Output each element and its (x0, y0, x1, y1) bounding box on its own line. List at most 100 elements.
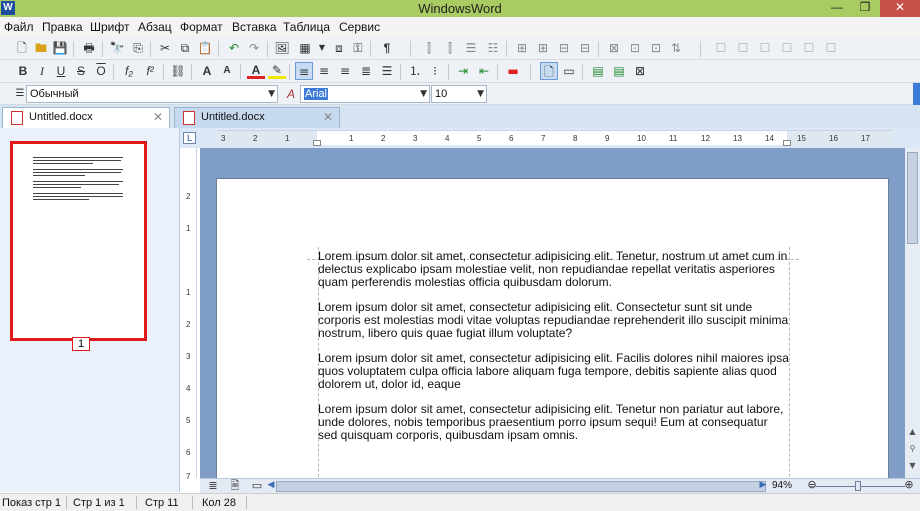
zoom-out-icon[interactable]: ⊖ (803, 476, 821, 494)
delete-column-icon[interactable]: ⊟ (576, 39, 594, 57)
increase-indent-icon[interactable]: ⇥ (454, 62, 472, 80)
font-color-button[interactable]: A (247, 61, 265, 79)
menu-paragraph[interactable]: Абзац (138, 20, 172, 34)
paragraph[interactable]: Lorem ipsum dolor sit amet, consectetur … (318, 301, 789, 340)
bold-button[interactable]: B (14, 62, 32, 80)
insert-object-icon[interactable]: ⧈ (330, 39, 348, 57)
find-icon[interactable]: 🔭 (108, 39, 126, 57)
scroll-up-icon[interactable]: ▲ (905, 427, 920, 441)
zoom-slider-handle[interactable] (855, 481, 861, 491)
app-icon[interactable]: W (1, 1, 15, 15)
zoom-in-icon[interactable]: ⊕ (900, 476, 918, 494)
paragraph-shading-icon[interactable]: ▬ (504, 62, 522, 80)
open-folder-icon[interactable]: 🖿 (32, 39, 50, 57)
table-align-left-icon[interactable]: ⫿ (420, 39, 438, 57)
paste-icon[interactable]: 📋 (196, 39, 214, 57)
vertical-scrollbar[interactable]: ▲ ⚲ ▼ (905, 148, 920, 478)
cut-icon[interactable]: ✂ (156, 39, 174, 57)
border-bottom-icon[interactable]: ☐ (800, 39, 818, 57)
italic-button[interactable]: I (33, 62, 51, 80)
header-icon[interactable]: ▤ (589, 62, 607, 80)
scroll-right-icon[interactable]: ▶ (754, 476, 772, 494)
shrink-font-button[interactable]: A (218, 62, 236, 80)
style-select[interactable]: Обычный ▼ (26, 85, 278, 103)
menu-format[interactable]: Формат (180, 20, 223, 34)
tab-stop-selector[interactable]: L (183, 132, 196, 144)
tab-document[interactable]: Untitled.docx ✕ (174, 107, 340, 128)
sort-icon[interactable]: ⇅ (667, 39, 685, 57)
close-button[interactable]: ✕ (880, 0, 920, 17)
restore-button[interactable]: ❐ (851, 0, 879, 17)
align-justify-icon[interactable]: ≣ (357, 62, 375, 80)
page-thumbnail[interactable] (10, 141, 147, 341)
page-layout-icon[interactable]: 🗋 (540, 62, 558, 80)
new-document-icon[interactable]: 🗋 (13, 39, 31, 57)
menu-table[interactable]: Таблица (283, 20, 330, 34)
close-icon[interactable]: ✕ (323, 108, 333, 127)
toolbar-overflow[interactable] (913, 83, 920, 105)
save-icon[interactable]: 💾 (51, 39, 69, 57)
web-layout-icon[interactable]: ▭ (560, 62, 578, 80)
horizontal-ruler[interactable]: 3 2 1 1 2 3 4 5 6 7 8 9 10 11 12 13 14 1… (217, 130, 892, 146)
document-page[interactable]: Lorem ipsum dolor sit amet, consectetur … (216, 178, 889, 478)
copy-icon[interactable]: ⧉ (176, 39, 194, 57)
align-right-icon[interactable]: ≡ (336, 62, 354, 80)
underline-button[interactable]: U (52, 62, 70, 80)
insert-row-icon[interactable]: ⊞ (513, 39, 531, 57)
pilcrow-icon[interactable]: ¶ (378, 39, 396, 57)
paragraph[interactable]: Lorem ipsum dolor sit amet, consectetur … (318, 250, 789, 289)
merge-cells-icon[interactable]: ⊡ (626, 39, 644, 57)
document-body[interactable]: Lorem ipsum dolor sit amet, consectetur … (318, 250, 789, 454)
table-align-center-icon[interactable]: ⫿ (441, 39, 459, 57)
footer-icon[interactable]: ▤ (610, 62, 628, 80)
border-outside-icon[interactable]: ☐ (734, 39, 752, 57)
menu-file[interactable]: Файл (4, 20, 34, 34)
paragraph[interactable]: Lorem ipsum dolor sit amet, consectetur … (318, 352, 789, 391)
horizontal-scrollbar[interactable] (276, 481, 766, 492)
font-size-select[interactable]: 10 ▼ (431, 85, 487, 103)
highlight-icon[interactable]: ✎ (268, 61, 286, 79)
insert-table-icon[interactable]: ▦ (296, 39, 314, 57)
menu-font[interactable]: Шрифт (90, 20, 129, 34)
font-select[interactable]: Arial ▼ (300, 85, 430, 103)
minimize-button[interactable]: — (823, 0, 851, 17)
cell-align-icon[interactable]: ⊡ (647, 39, 665, 57)
close-icon[interactable]: ✕ (153, 108, 163, 127)
print-icon[interactable]: 🖶 (80, 39, 98, 57)
overline-button[interactable]: O (92, 62, 110, 80)
align-center-icon[interactable]: ≡ (315, 62, 333, 80)
scrollbar-thumb[interactable] (907, 152, 918, 244)
indent-marker[interactable] (313, 140, 321, 146)
page-break-icon[interactable]: ⊠ (631, 62, 649, 80)
redo-icon[interactable]: ↷ (245, 39, 263, 57)
border-inside-icon[interactable]: ☐ (756, 39, 774, 57)
vertical-ruler[interactable]: 2 1 1 2 3 4 5 6 7 (183, 148, 197, 481)
replace-icon[interactable]: ⎘ (129, 39, 147, 57)
document-canvas[interactable]: Lorem ipsum dolor sit amet, consectetur … (200, 148, 905, 478)
paragraph[interactable]: Lorem ipsum dolor sit amet, consectetur … (318, 403, 789, 442)
border-top-icon[interactable]: ☐ (778, 39, 796, 57)
table-merge-icon[interactable]: ☷ (484, 39, 502, 57)
insert-symbol-icon[interactable]: ⚿ (349, 39, 367, 57)
table-align-right-icon[interactable]: ☰ (462, 39, 480, 57)
menu-tools[interactable]: Сервис (339, 20, 380, 34)
menu-edit[interactable]: Правка (42, 20, 83, 34)
tab-document[interactable]: Untitled.docx ✕ (2, 107, 170, 128)
line-spacing-icon[interactable]: ☰ (378, 62, 396, 80)
insert-column-icon[interactable]: ⊞ (534, 39, 552, 57)
border-all-icon[interactable]: ☐ (712, 39, 730, 57)
border-none-icon[interactable]: ☐ (822, 39, 840, 57)
split-cell-icon[interactable]: ⊠ (605, 39, 623, 57)
chevron-down-icon[interactable]: ▼ (313, 39, 331, 57)
bulleted-list-icon[interactable]: ⁝ (426, 62, 444, 80)
right-indent-marker[interactable] (783, 140, 791, 146)
zoom-icon[interactable]: ⚲ (905, 444, 920, 458)
grow-font-button[interactable]: A (198, 62, 216, 80)
link-icon[interactable]: ⛓ (169, 62, 187, 80)
decrease-indent-icon[interactable]: ⇤ (475, 62, 493, 80)
strikethrough-button[interactable]: S (72, 62, 90, 80)
insert-image-icon[interactable]: 🖼 (273, 39, 291, 57)
menu-insert[interactable]: Вставка (232, 20, 277, 34)
superscript-button[interactable]: f² (141, 62, 159, 80)
subscript-button[interactable]: f₂ (120, 62, 138, 80)
